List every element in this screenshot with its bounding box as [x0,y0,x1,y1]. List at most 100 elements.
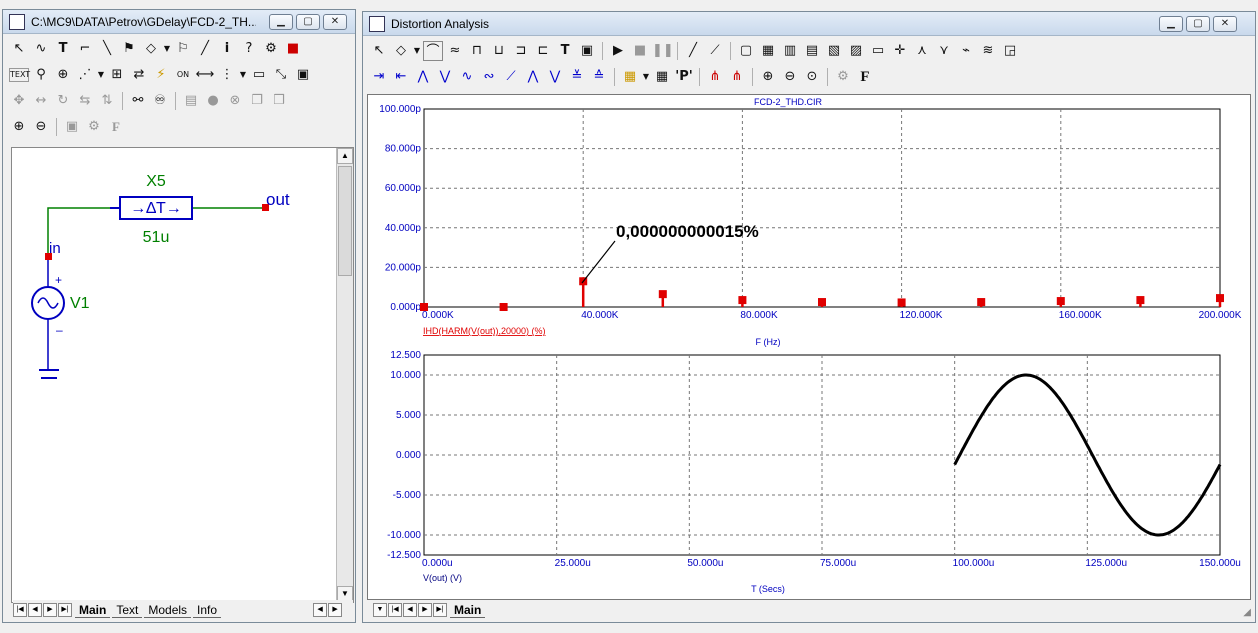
pause-icon[interactable]: ❚❚ [652,41,674,61]
help-icon[interactable]: ? [239,39,259,59]
global-high-icon[interactable]: ⋀ [523,67,543,87]
pin-connections-icon[interactable]: ⊕ [53,65,73,85]
maximize-button[interactable]: ▢ [296,14,320,30]
frame-icon[interactable]: ▢ [736,41,756,61]
dropdown-3-icon[interactable]: ▼ [239,65,247,85]
tab-info[interactable]: Info [193,603,222,618]
line-icon[interactable]: ⟷ [195,65,215,85]
analysis-minimize-button[interactable]: ▁ [1159,16,1183,32]
first-page-button[interactable]: |◀ [13,603,27,617]
plot-canvas[interactable]: 0.000K 40.000K 80.000K 120.000K 160.000K 200.… [367,94,1251,600]
component-icon[interactable]: ⚙ [261,39,281,59]
props-icon[interactable]: ▣ [577,41,597,61]
valley-icon[interactable]: ⋎ [934,41,954,61]
analysis-maximize-button[interactable]: ▢ [1186,16,1210,32]
info-icon[interactable]: i [217,39,237,59]
resize-grip-icon[interactable]: ◢ [1243,607,1251,618]
tab-main[interactable]: Main [75,603,111,618]
run-icon[interactable]: ▶ [608,41,628,61]
a-prev-button[interactable]: ◀ [403,603,417,617]
dropdown-b-icon[interactable]: ▼ [642,67,650,87]
analysis-titlebar[interactable]: Distortion Analysis ▁ ▢ ✕ [363,12,1255,36]
hscroll-right-button[interactable]: ▶ [328,603,343,617]
grid-text-icon[interactable]: ⋰ [75,65,95,85]
cursor-select-icon[interactable]: ⤡ [271,65,291,85]
schematic-titlebar[interactable]: C:\MC9\DATA\Petrov\GDelay\FCD-2_TH... ▁ … [3,10,355,34]
grid-c-icon[interactable]: ▤ [802,41,822,61]
analysis-close-button[interactable]: ✕ [1213,16,1237,32]
settings-2-icon[interactable]: ⚙ [833,67,853,87]
on-icon[interactable]: ON [173,65,193,85]
select-icon[interactable]: ↖ [369,41,389,61]
scroll-up-button[interactable]: ▲ [337,148,353,164]
probe-icon[interactable]: ╱ [195,39,215,59]
grid-d-icon[interactable]: ▧ [824,41,844,61]
zoom-fit-icon[interactable]: ⊙ [802,67,822,87]
scale-icon[interactable]: ⌒ [423,41,443,61]
hscroll-left-button[interactable]: ◀ [313,603,328,617]
camera-icon[interactable]: ▣ [62,117,82,137]
a-first-button[interactable]: |◀ [388,603,402,617]
vertical-tag-icon[interactable]: ⊏ [533,41,553,61]
high-icon[interactable]: ∿ [457,67,477,87]
stop-run-icon[interactable]: ■ [630,41,650,61]
top-icon[interactable]: ≚ [567,67,587,87]
grid-b-icon[interactable]: ▥ [780,41,800,61]
schematic-canvas[interactable]: →∆T→ X5 51u out in + – V1 [11,147,354,603]
bottom-icon[interactable]: ≙ [589,67,609,87]
error-icon[interactable]: ● [203,91,223,111]
cursor-cross-icon[interactable]: ✛ [890,41,910,61]
peak-find-icon[interactable]: ⋀ [413,67,433,87]
page-icon[interactable]: ▭ [249,65,269,85]
table-icon[interactable]: ▦ [652,67,672,87]
text-icon[interactable]: TEXT [9,68,30,82]
last-page-button[interactable]: ▶| [58,603,72,617]
current-icon[interactable]: ⊞ [107,65,127,85]
peak-icon[interactable]: ⋏ [912,41,932,61]
tag-icon[interactable]: ⊓ [467,41,487,61]
zoom-out-2-icon[interactable]: ⊖ [780,67,800,87]
zoom-in-icon[interactable]: ⊕ [9,117,29,137]
a-dropdown-button[interactable]: ▼ [373,603,387,617]
shape-icon[interactable]: ◇ [391,41,411,61]
node-numbers-icon[interactable]: ⚲ [31,65,51,85]
paste-icon[interactable]: ❒ [269,91,289,111]
find-icon[interactable]: ⚯ [128,91,148,111]
page-setup-icon[interactable]: ▤ [181,91,201,111]
pin-flag-icon[interactable]: ⚐ [173,39,193,59]
line-b-icon[interactable]: ⟋ [705,41,725,61]
cancel-icon[interactable]: ⊗ [225,91,245,111]
stretch-icon[interactable]: ↔ [31,91,51,111]
copy-icon[interactable]: ❐ [247,91,267,111]
flag-icon[interactable]: ⚑ [119,39,139,59]
mirror-icon[interactable]: ⇆ [75,91,95,111]
point-tag-icon[interactable]: ⊔ [489,41,509,61]
p-icon[interactable]: 'P' [674,67,694,87]
wire-mode-icon[interactable]: ∿ [31,39,51,59]
minimize-button[interactable]: ▁ [269,14,293,30]
properties-icon[interactable]: ▣ [293,65,313,85]
a-next-button[interactable]: ▶ [418,603,432,617]
scroll-thumb[interactable] [338,166,352,276]
rotate-icon[interactable]: ↻ [53,91,73,111]
horizontal-tag-icon[interactable]: ⊐ [511,41,531,61]
move-icon[interactable]: ✥ [9,91,29,111]
global-low-icon[interactable]: ⋁ [545,67,565,87]
power-icon[interactable]: ⚡ [151,65,171,85]
waveform-b-icon[interactable]: ⋔ [727,67,747,87]
data-icon[interactable]: ▦ [620,67,640,87]
valley-find-icon[interactable]: ⋁ [435,67,455,87]
cursor-left-icon[interactable]: ⇥ [369,67,389,87]
stop-icon[interactable]: ■ [283,39,303,59]
flow-icon[interactable]: ⇄ [129,65,149,85]
binoculars-icon[interactable]: ♾ [150,91,170,111]
shapes-icon[interactable]: ◇ [141,39,161,59]
tab-analysis-main[interactable]: Main [450,603,486,618]
font-2-icon[interactable]: F [855,67,875,87]
grid-a-icon[interactable]: ▦ [758,41,778,61]
slope-icon[interactable]: ⌁ [956,41,976,61]
settings-icon[interactable]: ⚙ [84,117,104,137]
text-t-icon[interactable]: T [555,41,575,61]
schematic-vscroll[interactable]: ▲ ▼ [336,148,353,602]
font-icon[interactable]: F [106,117,126,137]
